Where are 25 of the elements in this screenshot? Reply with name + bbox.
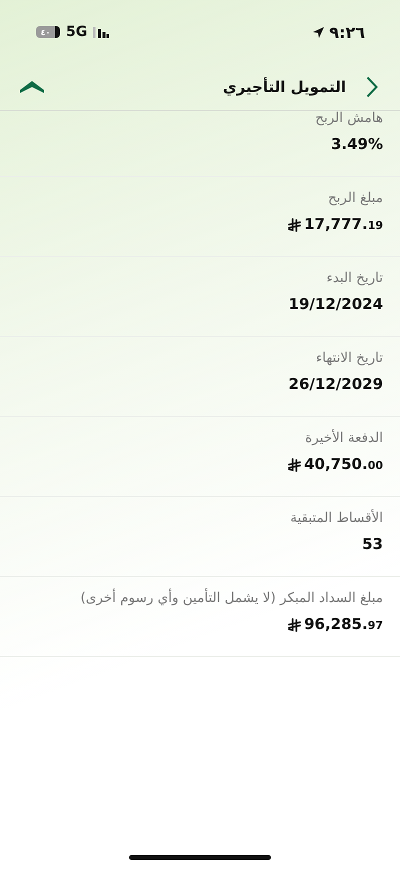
field-label: تاريخ البدء <box>326 270 383 286</box>
riyal-icon <box>288 218 302 232</box>
amount-value: 96,285.97 <box>304 614 383 635</box>
amount-value: 40,750.00 <box>304 454 383 475</box>
signal-icon <box>93 26 110 38</box>
battery-icon: ٤٠ <box>36 26 60 38</box>
status-time: ٩:٢٦ <box>329 22 365 42</box>
field-label: الأقساط المتبقية <box>290 510 383 526</box>
riyal-icon <box>288 618 302 632</box>
amount-value: 17,777.19 <box>304 214 383 235</box>
field-label: الدفعة الأخيرة <box>305 430 383 446</box>
field-value: 3.49% <box>330 134 383 155</box>
riyal-icon <box>288 458 302 472</box>
location-icon <box>312 26 326 38</box>
back-icon[interactable] <box>366 76 378 98</box>
field-value: 53 <box>362 534 383 555</box>
field-value: 26/12/2029 <box>288 374 383 395</box>
network-label: 5G <box>66 24 88 40</box>
field-label: مبلغ الربح <box>328 190 383 206</box>
field-label: هامش الربح <box>315 111 383 126</box>
field-value: 19/12/2024 <box>288 294 383 315</box>
collapse-icon[interactable] <box>20 80 44 94</box>
field-label: مبلغ السداد المبكر (لا يشمل التأمين وأي رسوم أخرى) <box>80 590 383 606</box>
page-title: التمويل التأجيري <box>222 78 347 96</box>
field-label: تاريخ الانتهاء <box>316 350 383 366</box>
